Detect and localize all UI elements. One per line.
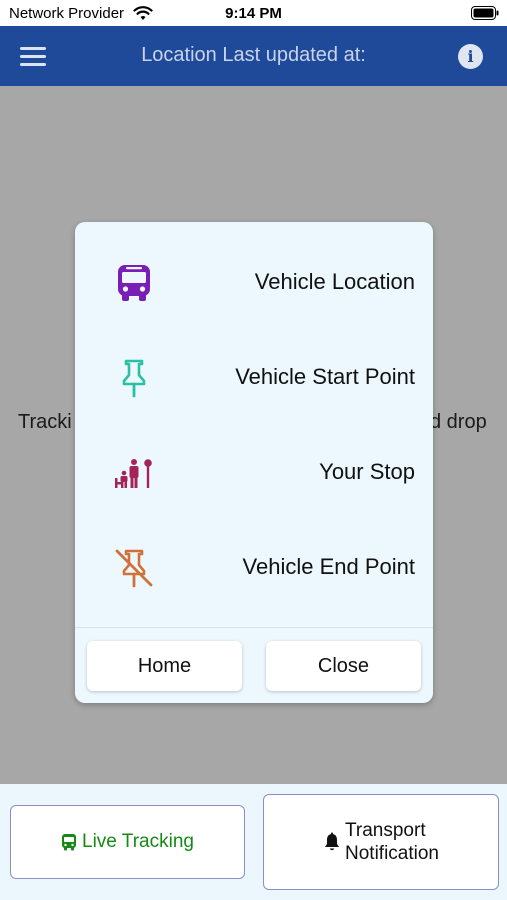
notification-label-line1: Transport xyxy=(345,820,426,841)
legend-item-vehicle-end-point: Vehicle End Point xyxy=(75,537,433,597)
battery-icon xyxy=(471,6,499,20)
modal-divider xyxy=(75,627,433,628)
tab-live-tracking[interactable]: Live Tracking xyxy=(10,805,245,879)
tab-transport-notification-label: Transport Notification xyxy=(345,819,439,865)
pushpin-icon xyxy=(122,359,146,398)
info-icon[interactable]: i xyxy=(458,44,483,69)
close-button[interactable]: Close xyxy=(266,641,421,691)
header-title: Location Last updated at: xyxy=(141,44,366,66)
notification-label-line2: Notification xyxy=(345,843,439,864)
status-time: 9:14 PM xyxy=(225,5,282,22)
legend-item-vehicle-location: Vehicle Location xyxy=(75,252,433,312)
home-button[interactable]: Home xyxy=(87,641,242,691)
legend-label-vehicle-location: Vehicle Location xyxy=(254,269,415,294)
tab-transport-notification[interactable]: Transport Notification xyxy=(263,794,499,890)
bus-stop-family-icon xyxy=(115,459,152,488)
legend-modal: Vehicle Location Vehicle Start Point You… xyxy=(75,222,433,703)
bus-icon xyxy=(118,265,150,301)
legend-label-your-stop: Your Stop xyxy=(319,459,415,484)
background-text-left: Tracki xyxy=(18,411,72,433)
legend-item-your-stop: Your Stop xyxy=(75,442,433,502)
legend-label-vehicle-end-point: Vehicle End Point xyxy=(242,554,415,579)
background-text-right: d drop xyxy=(430,411,487,433)
status-bar: Network Provider 9:14 PM xyxy=(0,0,507,26)
pushpin-off-icon xyxy=(115,549,153,588)
bell-icon xyxy=(325,832,339,851)
app-header: Location Last updated at: i xyxy=(0,26,507,86)
bus-icon xyxy=(62,834,77,851)
tab-live-tracking-label: Live Tracking xyxy=(82,831,194,852)
bottom-tab-bar: Live Tracking Transport Notification xyxy=(0,784,507,900)
legend-label-vehicle-start-point: Vehicle Start Point xyxy=(235,364,415,389)
legend-item-vehicle-start-point: Vehicle Start Point xyxy=(75,347,433,407)
